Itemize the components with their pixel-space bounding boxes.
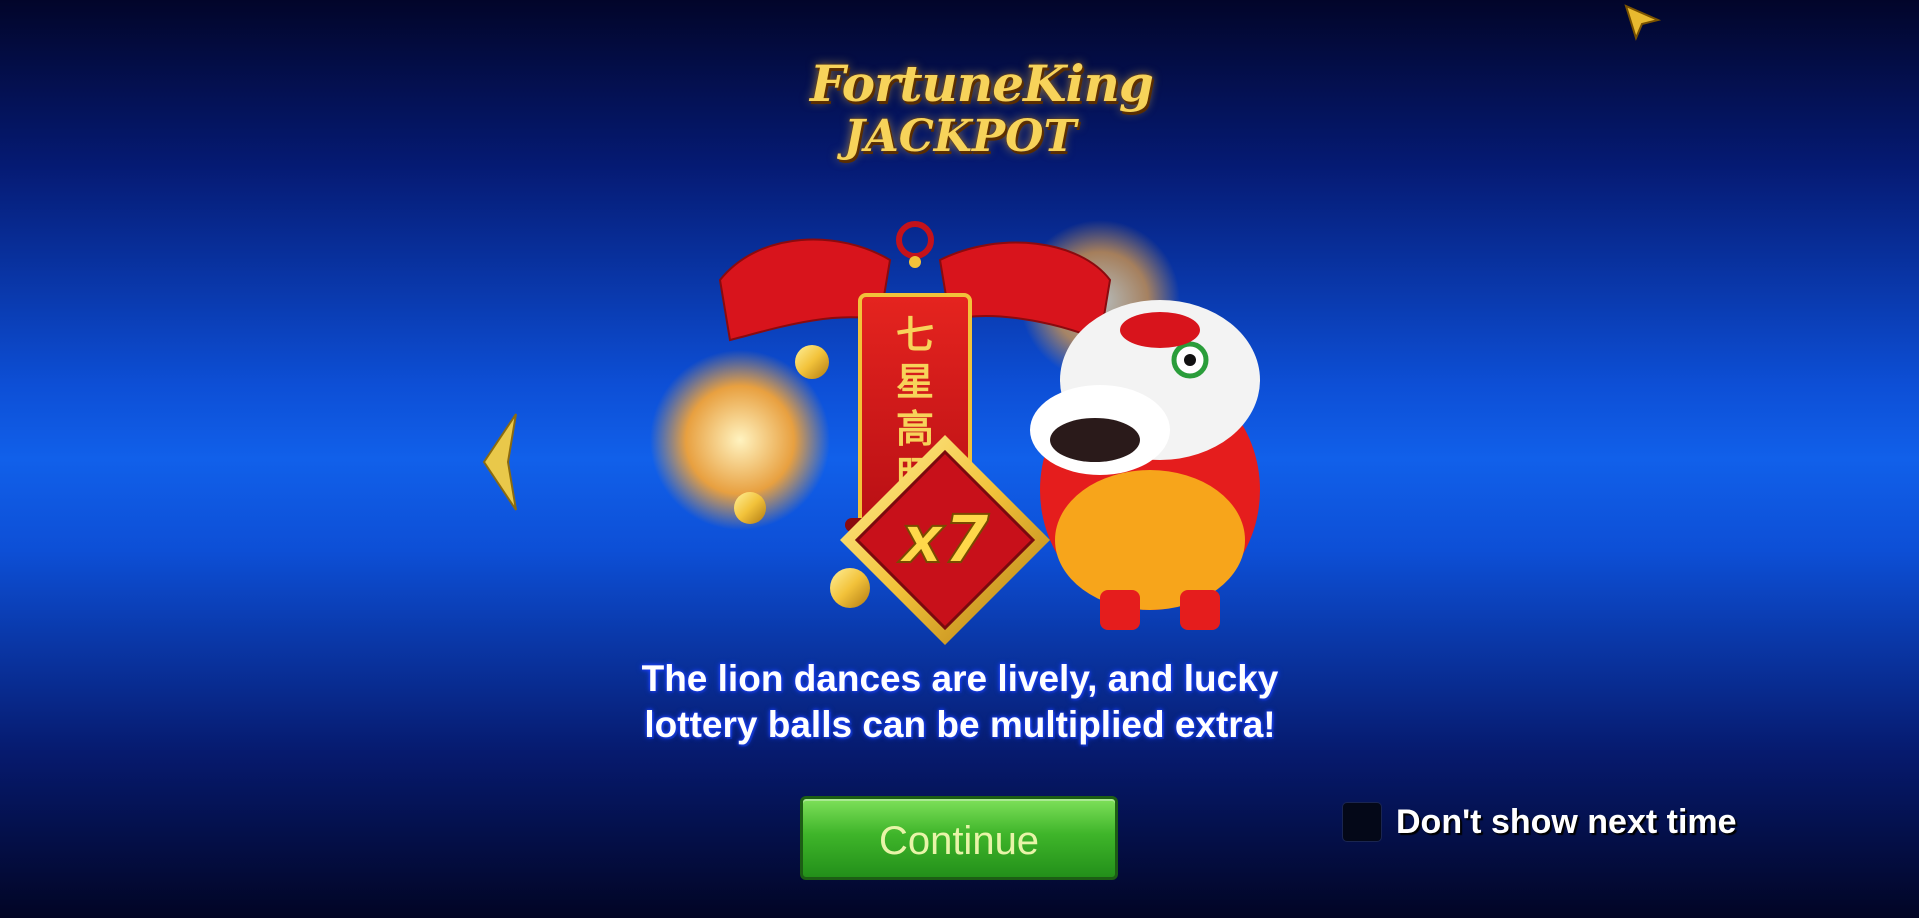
multiplier-text: x7 <box>898 501 990 578</box>
caption-line-1: The lion dances are lively, and lucky <box>641 658 1279 699</box>
logo-line-1: FortuneKing <box>810 54 1154 113</box>
coin <box>795 345 829 379</box>
logo-line-2: JACKPOT <box>843 111 1077 162</box>
continue-button[interactable]: Continue <box>800 796 1118 880</box>
banner-char-3: 高 <box>896 406 934 451</box>
feature-caption: The lion dances are lively, and lucky lo… <box>560 656 1360 748</box>
dont-show-option[interactable]: Don't show next time <box>1342 800 1737 844</box>
banner-char-2: 星 <box>896 359 934 404</box>
lion-dance-illustration: 七 星 高 照 x7 <box>650 220 1260 645</box>
caption-line-2: lottery balls can be multiplied extra! <box>644 704 1276 745</box>
dont-show-checkbox[interactable] <box>1342 802 1382 842</box>
coin <box>734 492 766 524</box>
game-logo: FortuneKing JACKPOT <box>810 54 1154 195</box>
chevron-left-icon[interactable] <box>480 412 520 512</box>
coin <box>830 568 870 608</box>
cursor-arrow-icon <box>1624 4 1662 41</box>
dont-show-label: Don't show next time <box>1396 802 1737 841</box>
banner-char-1: 七 <box>896 312 934 357</box>
